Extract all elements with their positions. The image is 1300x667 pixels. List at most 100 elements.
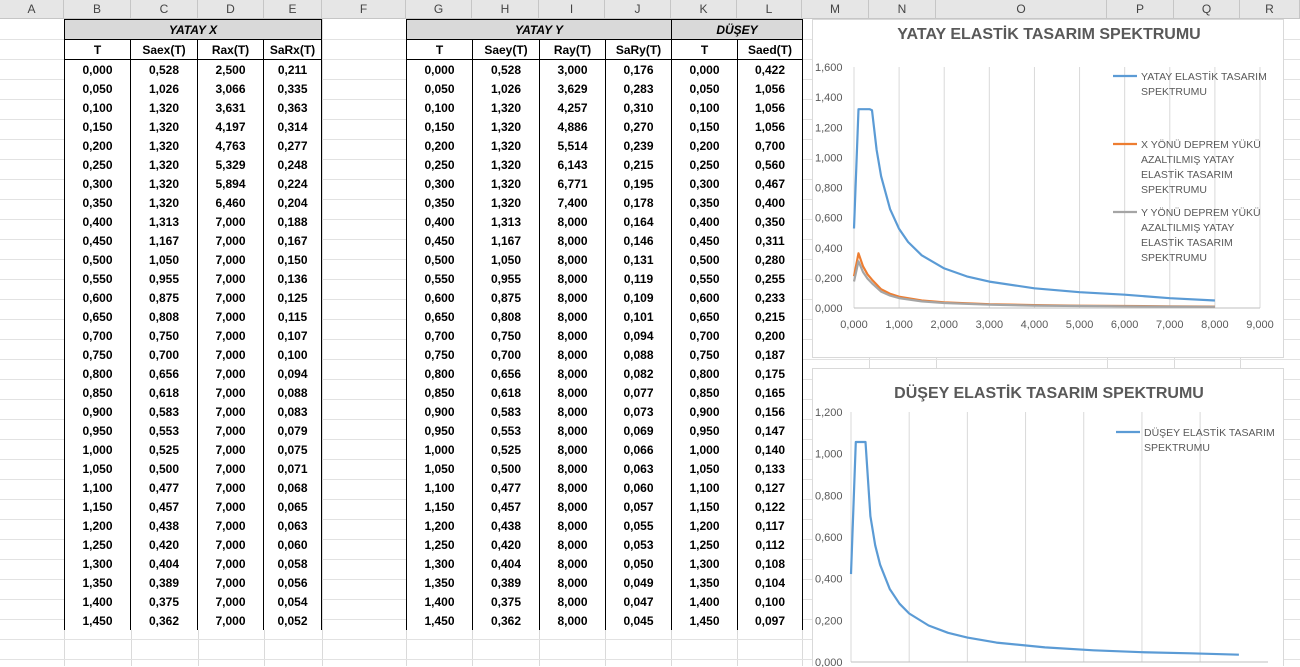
table-cell[interactable]: 0,550: [64, 269, 131, 288]
table-cell[interactable]: 1,200: [64, 516, 131, 535]
table-cell[interactable]: 0,850: [64, 383, 131, 402]
table-cell[interactable]: 0,200: [64, 136, 131, 155]
table-cell[interactable]: 0,400: [737, 193, 803, 212]
table-cell[interactable]: 0,800: [406, 364, 473, 383]
table-cell[interactable]: 0,283: [605, 79, 672, 98]
table-cell[interactable]: 0,270: [605, 117, 672, 136]
table-cell[interactable]: 0,467: [737, 174, 803, 193]
table-cell[interactable]: 8,000: [539, 440, 606, 459]
table-cell[interactable]: 0,363: [263, 98, 322, 117]
table-cell[interactable]: 1,050: [671, 459, 738, 478]
table-cell[interactable]: 0,109: [605, 288, 672, 307]
table-cell[interactable]: 0,553: [130, 421, 198, 440]
table-cell[interactable]: 0,211: [263, 59, 322, 79]
table-cell[interactable]: 1,050: [406, 459, 473, 478]
table-cell[interactable]: 0,553: [472, 421, 540, 440]
table-cell[interactable]: 1,100: [64, 478, 131, 497]
table-cell[interactable]: 7,000: [197, 554, 264, 573]
column-header-G[interactable]: G: [406, 0, 472, 18]
table-cell[interactable]: 7,000: [197, 307, 264, 326]
table-cell[interactable]: 3,631: [197, 98, 264, 117]
table-cell[interactable]: 1,250: [671, 535, 738, 554]
column-header-I[interactable]: I: [539, 0, 605, 18]
table-cell[interactable]: 0,057: [605, 497, 672, 516]
table-cell[interactable]: 0,239: [605, 136, 672, 155]
table-cell[interactable]: 0,450: [671, 231, 738, 250]
table-cell[interactable]: 1,320: [472, 136, 540, 155]
table-cell[interactable]: 0,560: [737, 155, 803, 174]
table-cell[interactable]: 1,320: [130, 193, 198, 212]
table-cell[interactable]: 0,250: [406, 155, 473, 174]
column-header-J[interactable]: J: [605, 0, 671, 18]
table-cell[interactable]: 0,195: [605, 174, 672, 193]
table-cell[interactable]: 0,700: [406, 326, 473, 345]
table-cell[interactable]: 0,525: [472, 440, 540, 459]
table-cell[interactable]: 1,050: [64, 459, 131, 478]
table-cell[interactable]: 0,133: [737, 459, 803, 478]
column-header-O[interactable]: O: [936, 0, 1107, 18]
table-cell[interactable]: 0,140: [737, 440, 803, 459]
table-cell[interactable]: 0,079: [263, 421, 322, 440]
table-cell[interactable]: 0,900: [671, 402, 738, 421]
table-cell[interactable]: 0,750: [64, 345, 131, 364]
table-cell[interactable]: 0,150: [64, 117, 131, 136]
table-cell[interactable]: 0,150: [671, 117, 738, 136]
group-header[interactable]: YATAY Y: [406, 19, 672, 40]
table-cell[interactable]: 0,350: [671, 193, 738, 212]
table-cell[interactable]: 7,000: [197, 383, 264, 402]
table-cell[interactable]: 0,375: [130, 592, 198, 611]
table-cell[interactable]: 0,047: [605, 592, 672, 611]
table-cell[interactable]: 5,514: [539, 136, 606, 155]
table-cell[interactable]: 0,525: [130, 440, 198, 459]
table-cell[interactable]: 1,050: [130, 250, 198, 269]
table-cell[interactable]: 3,000: [539, 59, 606, 79]
table-cell[interactable]: 0,066: [605, 440, 672, 459]
table-cell[interactable]: 2,500: [197, 59, 264, 79]
table-cell[interactable]: 0,063: [605, 459, 672, 478]
table-cell[interactable]: 0,500: [671, 250, 738, 269]
table-cell[interactable]: 0,808: [130, 307, 198, 326]
table-cell[interactable]: 1,300: [406, 554, 473, 573]
table-cell[interactable]: 8,000: [539, 459, 606, 478]
table-cell[interactable]: 1,250: [64, 535, 131, 554]
table-cell[interactable]: 0,100: [64, 98, 131, 117]
table-cell[interactable]: 0,656: [130, 364, 198, 383]
table-cell[interactable]: 0,071: [263, 459, 322, 478]
table-cell[interactable]: 0,107: [263, 326, 322, 345]
table-cell[interactable]: 0,050: [605, 554, 672, 573]
table-cell[interactable]: 7,000: [197, 440, 264, 459]
table-cell[interactable]: 0,800: [671, 364, 738, 383]
table-cell[interactable]: 0,950: [671, 421, 738, 440]
table-cell[interactable]: 0,049: [605, 573, 672, 592]
table-cell[interactable]: 8,000: [539, 402, 606, 421]
column-header-F[interactable]: F: [322, 0, 406, 18]
table-cell[interactable]: 0,115: [263, 307, 322, 326]
table-cell[interactable]: 0,050: [64, 79, 131, 98]
table-cell[interactable]: 7,000: [197, 573, 264, 592]
table-cell[interactable]: 0,060: [605, 478, 672, 497]
table-cell[interactable]: 7,000: [197, 497, 264, 516]
table-cell[interactable]: 7,000: [197, 269, 264, 288]
column-header-cell[interactable]: SaRy(T): [605, 39, 672, 60]
table-cell[interactable]: 0,500: [64, 250, 131, 269]
table-cell[interactable]: 7,000: [197, 516, 264, 535]
table-cell[interactable]: 0,054: [263, 592, 322, 611]
table-cell[interactable]: 6,771: [539, 174, 606, 193]
table-cell[interactable]: 7,000: [197, 231, 264, 250]
table-cell[interactable]: 1,167: [472, 231, 540, 250]
table-cell[interactable]: 0,100: [406, 98, 473, 117]
table-cell[interactable]: 0,101: [605, 307, 672, 326]
table-cell[interactable]: 0,528: [472, 59, 540, 79]
table-cell[interactable]: 1,150: [406, 497, 473, 516]
table-cell[interactable]: 0,215: [605, 155, 672, 174]
table-cell[interactable]: 0,176: [605, 59, 672, 79]
table-cell[interactable]: 0,600: [64, 288, 131, 307]
column-header-M[interactable]: M: [802, 0, 869, 18]
table-cell[interactable]: 1,350: [406, 573, 473, 592]
table-cell[interactable]: 0,108: [737, 554, 803, 573]
table-cell[interactable]: 0,097: [737, 611, 803, 630]
table-cell[interactable]: 1,100: [406, 478, 473, 497]
table-cell[interactable]: 0,127: [737, 478, 803, 497]
table-cell[interactable]: 0,050: [406, 79, 473, 98]
table-cell[interactable]: 4,197: [197, 117, 264, 136]
